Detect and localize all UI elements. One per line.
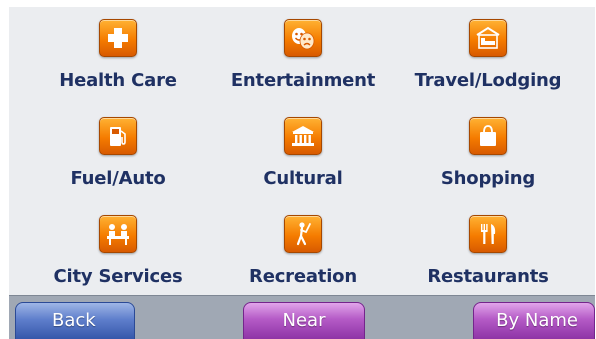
cross-icon	[99, 19, 137, 57]
category-label: Fuel/Auto	[70, 168, 166, 189]
category-label: Recreation	[249, 266, 357, 287]
golfer-icon	[284, 215, 322, 253]
shopping-bag-icon	[469, 117, 507, 155]
poi-category-screen: Health Care Entertainment Travel/Lodging…	[9, 7, 595, 339]
category-grid: Health Care Entertainment Travel/Lodging…	[9, 7, 595, 295]
bed-icon	[469, 19, 507, 57]
category-city-services[interactable]: City Services	[23, 205, 213, 301]
category-shopping[interactable]: Shopping	[393, 107, 583, 203]
bottom-toolbar: Back Near By Name	[9, 295, 595, 339]
back-button[interactable]: Back	[15, 302, 135, 339]
category-label: Shopping	[440, 168, 536, 189]
service-desk-icon	[99, 215, 137, 253]
near-button[interactable]: Near	[243, 302, 365, 339]
category-label: Restaurants	[427, 266, 549, 287]
fuel-pump-icon	[99, 117, 137, 155]
museum-icon	[284, 117, 322, 155]
category-cultural[interactable]: Cultural	[208, 107, 398, 203]
category-label: Cultural	[263, 168, 343, 189]
category-health-care[interactable]: Health Care	[23, 9, 213, 105]
theater-masks-icon	[284, 19, 322, 57]
category-label: Travel/Lodging	[414, 70, 562, 91]
category-restaurants[interactable]: Restaurants	[393, 205, 583, 301]
fork-knife-icon	[469, 215, 507, 253]
category-label: Health Care	[59, 70, 177, 91]
category-fuel-auto[interactable]: Fuel/Auto	[23, 107, 213, 203]
category-recreation[interactable]: Recreation	[208, 205, 398, 301]
category-label: City Services	[53, 266, 183, 287]
by-name-button[interactable]: By Name	[473, 302, 595, 339]
category-travel-lodging[interactable]: Travel/Lodging	[393, 9, 583, 105]
category-label: Entertainment	[230, 70, 376, 91]
category-entertainment[interactable]: Entertainment	[208, 9, 398, 105]
